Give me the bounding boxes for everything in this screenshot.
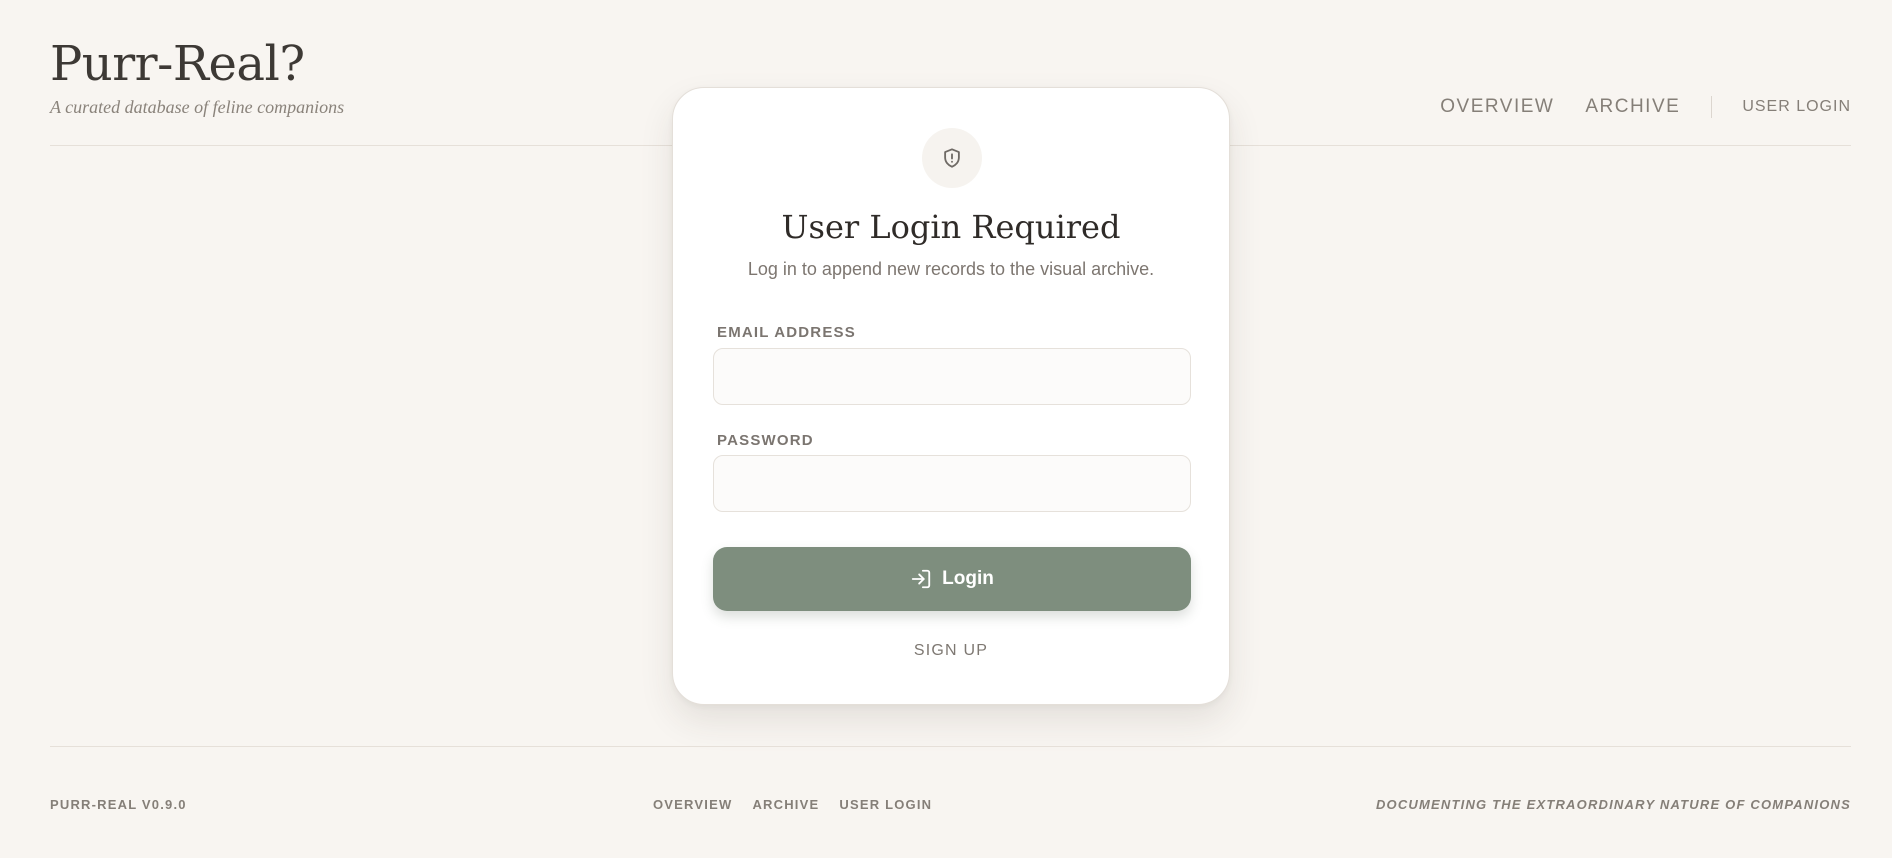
login-button-label: Login: [942, 568, 994, 589]
log-in-icon: [911, 569, 931, 589]
page: Purr-Real? A curated database of feline …: [0, 0, 1892, 858]
shield-icon-badge: [922, 128, 982, 188]
card-subtitle: Log in to append new records to the visu…: [747, 259, 1155, 279]
password-field[interactable]: [713, 455, 1191, 512]
email-field[interactable]: [713, 348, 1191, 405]
footer-divider: [50, 746, 1851, 747]
footer-tagline: DOCUMENTING THE EXTRAORDINARY NATURE OF …: [1375, 797, 1851, 812]
card-title: User Login Required: [781, 208, 1121, 246]
footer-nav: OVERVIEW ARCHIVE USER LOGIN: [653, 797, 932, 812]
login-button[interactable]: Login: [713, 547, 1191, 611]
nav-archive[interactable]: ARCHIVE: [1585, 96, 1680, 118]
site-tagline: A curated database of feline companions: [50, 96, 345, 117]
main-nav: OVERVIEW ARCHIVE USER LOGIN: [1440, 96, 1851, 118]
nav-overview[interactable]: OVERVIEW: [1440, 96, 1554, 118]
password-label: PASSWORD: [717, 432, 814, 449]
brand: Purr-Real? A curated database of feline …: [50, 38, 344, 118]
login-card: User Login Required Log in to append new…: [672, 87, 1230, 705]
shield-alert-icon: [944, 148, 960, 168]
signup-link[interactable]: SIGN UP: [673, 642, 1229, 660]
nav-divider: [1711, 96, 1713, 118]
footer-link-archive[interactable]: ARCHIVE: [752, 797, 819, 812]
nav-user-login[interactable]: USER LOGIN: [1742, 98, 1851, 116]
email-label: EMAIL ADDRESS: [717, 324, 856, 341]
footer-link-overview[interactable]: OVERVIEW: [653, 797, 732, 812]
footer-link-user-login[interactable]: USER LOGIN: [839, 797, 932, 812]
footer-version: PURR-REAL V0.9.0: [50, 797, 187, 812]
site-title[interactable]: Purr-Real?: [50, 38, 344, 91]
